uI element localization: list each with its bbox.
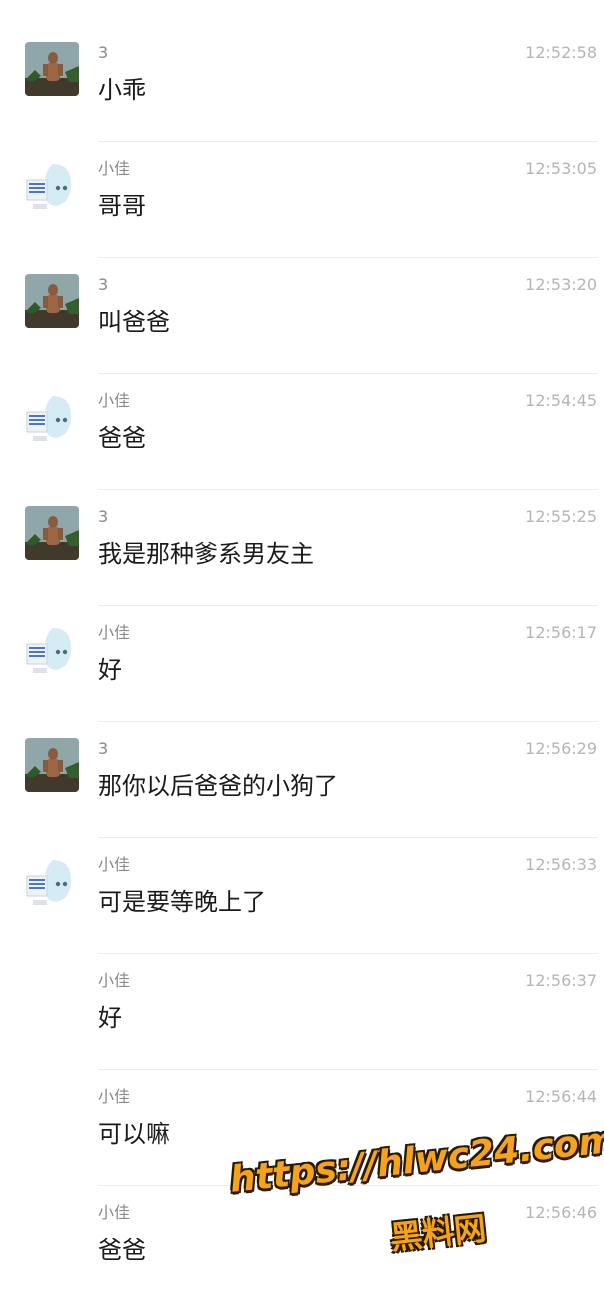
anime-sticker-avatar[interactable]: [25, 622, 79, 676]
message-time: 12:52:58: [525, 43, 597, 62]
message-time: 12:53:05: [525, 159, 597, 178]
chat-message[interactable]: 小佳 12:56:33 可是要等晚上了: [0, 838, 604, 954]
sender-name: 小佳: [98, 855, 131, 874]
chat-message[interactable]: 小佳 12:56:44 可以嘛: [0, 1070, 604, 1186]
message-time: 12:56:17: [525, 623, 597, 642]
sender-name: 3: [98, 275, 109, 294]
message-text: 哥哥: [98, 192, 146, 220]
message-time: 12:56:37: [525, 971, 597, 990]
message-text: 我是那种爹系男友主: [98, 540, 314, 568]
sender-name: 3: [98, 507, 109, 526]
chat-message[interactable]: 小佳 12:56:46 爸爸: [0, 1186, 604, 1302]
man-photo-avatar[interactable]: [25, 42, 79, 96]
chat-message[interactable]: 3 12:56:29 那你以后爸爸的小狗了: [0, 722, 604, 838]
sender-name: 小佳: [98, 1203, 131, 1222]
chat-message[interactable]: 3 12:53:20 叫爸爸: [0, 258, 604, 374]
message-time: 12:56:33: [525, 855, 597, 874]
sender-name: 小佳: [98, 971, 131, 990]
message-text: 好: [98, 1004, 122, 1032]
chat-message[interactable]: 小佳 12:56:37 好: [0, 954, 604, 1070]
sender-name: 小佳: [98, 1087, 131, 1106]
man-photo-avatar[interactable]: [25, 506, 79, 560]
chat-message[interactable]: 3 12:55:25 我是那种爹系男友主: [0, 490, 604, 606]
message-text: 叫爸爸: [98, 308, 170, 336]
message-text: 好: [98, 656, 122, 684]
message-time: 12:54:45: [525, 391, 597, 410]
anime-sticker-avatar[interactable]: [25, 158, 79, 212]
message-time: 12:56:46: [525, 1203, 597, 1222]
sender-name: 小佳: [98, 623, 131, 642]
sender-name: 小佳: [98, 391, 131, 410]
man-photo-avatar[interactable]: [25, 738, 79, 792]
message-time: 12:56:29: [525, 739, 597, 758]
sender-name: 3: [98, 739, 109, 758]
message-text: 可以嘛: [98, 1120, 170, 1148]
chat-message[interactable]: 3 12:52:58 小乖: [0, 26, 604, 142]
sender-name: 小佳: [98, 159, 131, 178]
message-text: 可是要等晚上了: [98, 888, 266, 916]
sender-name: 3: [98, 43, 109, 62]
message-time: 12:55:25: [525, 507, 597, 526]
message-text: 小乖: [98, 76, 146, 104]
message-time: 12:56:44: [525, 1087, 597, 1106]
message-text: 爸爸: [98, 1236, 146, 1264]
chat-message[interactable]: 小佳 12:53:05 哥哥: [0, 142, 604, 258]
message-time: 12:53:20: [525, 275, 597, 294]
chat-message[interactable]: 小佳 12:56:17 好: [0, 606, 604, 722]
anime-sticker-avatar[interactable]: [25, 390, 79, 444]
message-text: 爸爸: [98, 424, 146, 452]
chat-message[interactable]: 小佳 12:54:45 爸爸: [0, 374, 604, 490]
man-photo-avatar[interactable]: [25, 274, 79, 328]
anime-sticker-avatar[interactable]: [25, 854, 79, 908]
message-text: 那你以后爸爸的小狗了: [98, 772, 338, 800]
